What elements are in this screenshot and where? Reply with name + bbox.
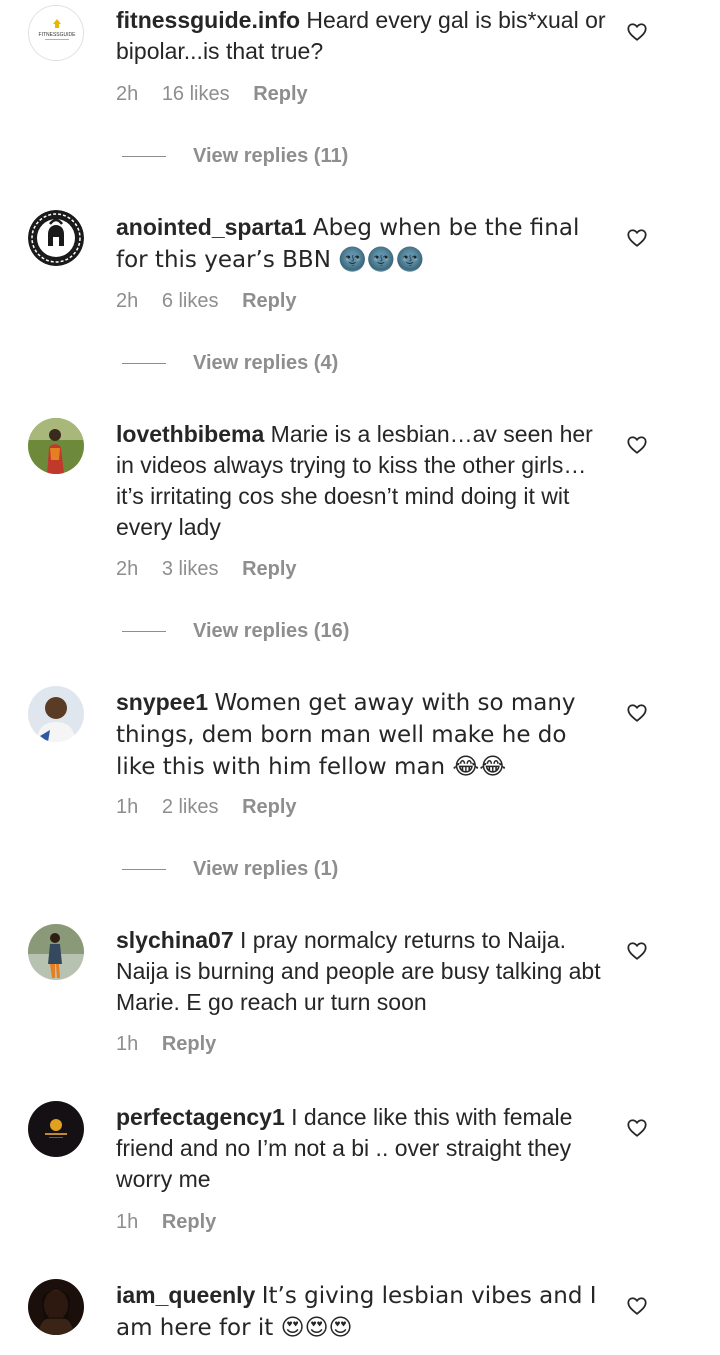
reply-button[interactable]: Reply <box>162 1033 216 1055</box>
view-replies-label: View replies (4) <box>193 352 339 374</box>
reply-button[interactable]: Reply <box>242 796 296 818</box>
comment-body: perfectagency1 I dance like this with fe… <box>116 1102 606 1195</box>
perfect-agency-logo-icon <box>28 1101 84 1157</box>
comment-time: 1h <box>116 1033 139 1055</box>
like-heart-icon[interactable] <box>626 702 648 724</box>
comment-body: anointed_sparta1 Abeg when be the final … <box>116 212 606 276</box>
comment-meta: 2h 3 likes Reply <box>116 558 315 581</box>
avatar[interactable] <box>28 210 84 266</box>
like-heart-icon[interactable] <box>626 1117 648 1139</box>
avatar[interactable] <box>28 924 84 980</box>
divider-line <box>122 631 166 632</box>
comment-username[interactable]: lovethbibema <box>116 421 264 447</box>
comment-time: 1h <box>116 796 139 818</box>
comment-username[interactable]: snypee1 <box>116 689 208 715</box>
comment-username[interactable]: perfectagency1 <box>116 1104 285 1130</box>
divider-line <box>122 363 166 364</box>
spartan-helmet-icon <box>28 210 84 266</box>
comment-body: fitnessguide.info Heard every gal is bis… <box>116 5 606 67</box>
divider-line <box>122 869 166 870</box>
avatar[interactable] <box>28 1101 84 1157</box>
avatar[interactable]: FITNESSGUIDE <box>28 5 84 61</box>
like-heart-icon[interactable] <box>626 1295 648 1317</box>
comment-likes[interactable]: 3 likes <box>162 558 219 580</box>
reply-button[interactable]: Reply <box>253 83 307 105</box>
avatar[interactable] <box>28 1279 84 1335</box>
reply-button[interactable]: Reply <box>162 1211 216 1233</box>
comment-meta: 1h 2 likes Reply <box>116 796 315 819</box>
user-photo-icon <box>28 686 84 742</box>
comment-time: 1h <box>116 1211 139 1233</box>
comment-body: slychina07 I pray normalcy returns to Na… <box>116 925 606 1018</box>
comment-username[interactable]: iam_queenly <box>116 1282 255 1308</box>
like-heart-icon[interactable] <box>626 434 648 456</box>
avatar[interactable] <box>28 418 84 474</box>
like-heart-icon[interactable] <box>626 940 648 962</box>
comment-username[interactable]: fitnessguide.info <box>116 7 300 33</box>
comment-likes[interactable]: 6 likes <box>162 290 219 312</box>
comment-time: 2h <box>116 558 139 580</box>
comment-time: 2h <box>116 290 139 312</box>
view-replies-label: View replies (16) <box>193 620 350 642</box>
view-replies-label: View replies (1) <box>193 858 339 880</box>
comment-meta: 1h Reply <box>116 1211 234 1234</box>
comment-username[interactable]: anointed_sparta1 <box>116 214 306 240</box>
like-heart-icon[interactable] <box>626 227 648 249</box>
view-replies-label: View replies (11) <box>193 145 349 167</box>
comment-body: snypee1 Women get away with so many thin… <box>116 687 606 783</box>
reply-button[interactable]: Reply <box>242 290 296 312</box>
user-photo-icon <box>28 418 84 474</box>
comment-body: lovethbibema Marie is a lesbian…av seen … <box>116 419 606 543</box>
avatar[interactable] <box>28 686 84 742</box>
logo-text: FITNESSGUIDE <box>39 32 77 38</box>
comment-likes[interactable]: 2 likes <box>162 796 219 818</box>
like-heart-icon[interactable] <box>626 21 648 43</box>
comment-likes[interactable]: 16 likes <box>162 83 230 105</box>
comment-meta: 2h 6 likes Reply <box>116 290 315 313</box>
comment-username[interactable]: slychina07 <box>116 927 234 953</box>
comment-body: iam_queenly It’s giving lesbian vibes an… <box>116 1280 606 1344</box>
comment-meta: 2h 16 likes Reply <box>116 83 326 106</box>
reply-button[interactable]: Reply <box>242 558 296 580</box>
divider-line <box>122 156 166 157</box>
comment-meta: 1h Reply <box>116 1033 234 1056</box>
user-photo-icon <box>28 1279 84 1335</box>
fitnessguide-logo-icon: FITNESSGUIDE <box>29 6 83 60</box>
comment-time: 2h <box>116 83 139 105</box>
user-photo-icon <box>28 924 84 980</box>
